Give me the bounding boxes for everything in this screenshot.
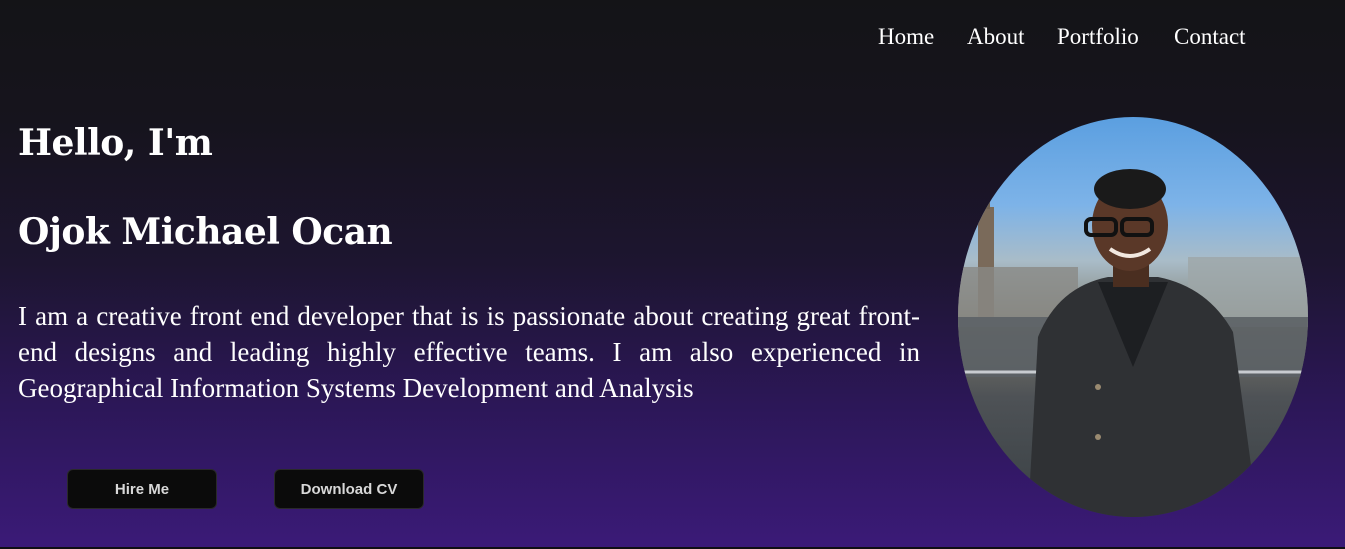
nav-about-link[interactable]: About [967, 24, 1057, 50]
hero-bio: I am a creative front end developer that… [18, 301, 920, 403]
hero-greeting: Hello, I'm [18, 122, 213, 164]
tower-spire [982, 195, 990, 209]
coat-button [1095, 434, 1101, 440]
download-cv-button[interactable]: Download CV [274, 469, 424, 509]
main-nav: Home About Portfolio Contact [878, 24, 1254, 50]
hero-name: Ojok Michael Ocan [18, 211, 393, 253]
profile-photo-illustration [958, 169, 1308, 517]
nav-portfolio-link[interactable]: Portfolio [1057, 24, 1174, 50]
person-hair [1094, 169, 1166, 209]
profile-photo [958, 117, 1308, 517]
hire-me-button[interactable]: Hire Me [67, 469, 217, 509]
coat-button [1095, 384, 1101, 390]
nav-contact-link[interactable]: Contact [1174, 24, 1254, 50]
nav-home-link[interactable]: Home [878, 24, 967, 50]
